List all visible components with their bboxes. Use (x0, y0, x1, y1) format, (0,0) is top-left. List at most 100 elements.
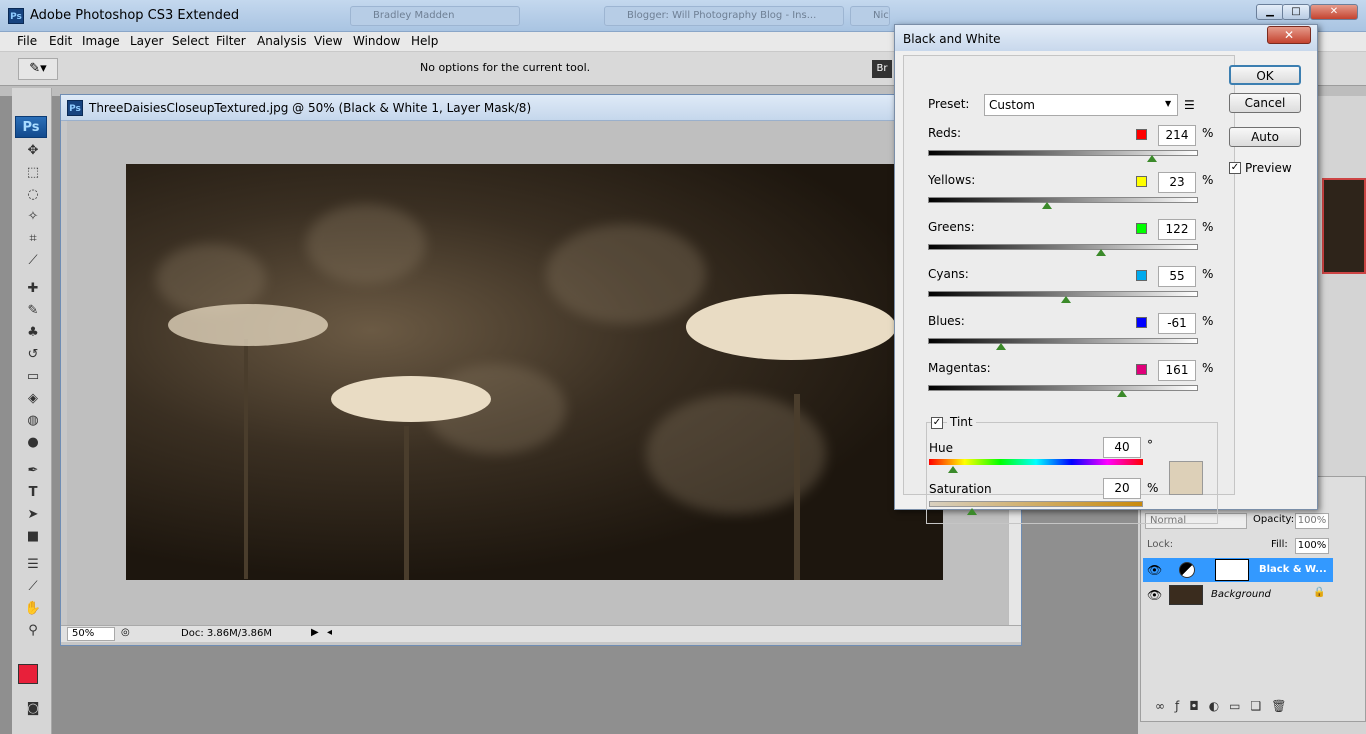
reds-slider-thumb[interactable] (1147, 155, 1157, 162)
toolbox: Ps ✥ ⬚ ◌ ✧ ⌗ ⟋ ✚ ✎ ♣ ↺ ▭ ◈ ◍ ● ✒ T ➤ ■ ☰… (12, 88, 52, 734)
foreground-color-swatch[interactable] (18, 664, 38, 684)
healing-brush-icon[interactable]: ✚ (24, 280, 42, 298)
bridge-icon[interactable]: Br (872, 60, 892, 78)
reds-slider-track[interactable] (928, 150, 1198, 156)
menu-edit[interactable]: Edit (49, 34, 72, 48)
yellows-input[interactable]: 23 (1158, 172, 1196, 193)
magentas-slider-track[interactable] (928, 385, 1198, 391)
hue-slider-thumb[interactable] (948, 466, 958, 473)
pen-icon[interactable]: ✒ (24, 462, 42, 480)
menu-filter[interactable]: Filter (216, 34, 246, 48)
saturation-label: Saturation (929, 482, 992, 496)
reds-input[interactable]: 214 (1158, 125, 1196, 146)
notes-icon[interactable]: ☰ (24, 556, 42, 574)
slice-icon[interactable]: ⟋ (24, 252, 42, 270)
background-window-tab[interactable]: Bradley Madden (350, 6, 520, 26)
zoom-field[interactable]: 50% (67, 627, 115, 641)
tint-color-swatch[interactable] (1169, 461, 1203, 495)
visibility-eye-icon[interactable]: 👁 (1147, 588, 1162, 602)
quick-mask-icon[interactable]: ◙ (24, 700, 42, 718)
layer-row-background[interactable]: 👁 Background 🔒 (1143, 583, 1333, 607)
move-icon[interactable]: ✥ (24, 142, 42, 160)
saturation-input[interactable]: 20 (1103, 478, 1141, 499)
daisies-photo-canvas[interactable] (126, 164, 943, 580)
cyans-slider-thumb[interactable] (1061, 296, 1071, 303)
photoshop-logo[interactable]: Ps (15, 116, 47, 138)
magic-wand-icon[interactable]: ✧ (24, 208, 42, 226)
magentas-slider-thumb[interactable] (1117, 390, 1127, 397)
minimize-button[interactable]: ▁ (1256, 4, 1284, 20)
eraser-icon[interactable]: ▭ (24, 368, 42, 386)
clone-stamp-icon[interactable]: ♣ (24, 324, 42, 342)
layer-row-black-white[interactable]: 👁 Black & W... (1143, 558, 1333, 582)
visibility-eye-icon[interactable]: 👁 (1147, 563, 1162, 577)
hand-icon[interactable]: ✋ (24, 600, 42, 618)
yellows-slider-thumb[interactable] (1042, 202, 1052, 209)
status-menu-arrow-icon[interactable]: ▶ (311, 627, 319, 638)
opacity-field[interactable]: 100% (1295, 513, 1329, 529)
magentas-unit: % (1202, 361, 1214, 375)
greens-slider-thumb[interactable] (1096, 249, 1106, 256)
fill-label: Fill: (1271, 539, 1288, 550)
dialog-close-button[interactable]: ✕ (1267, 26, 1311, 44)
hue-slider-track[interactable] (929, 459, 1143, 465)
greens-color-swatch (1136, 223, 1147, 234)
history-brush-icon[interactable]: ↺ (24, 346, 42, 364)
greens-input[interactable]: 122 (1158, 219, 1196, 240)
navigator-thumbnail[interactable] (1322, 178, 1366, 274)
rectangle-icon[interactable]: ■ (24, 528, 42, 546)
saturation-slider-thumb[interactable] (967, 508, 977, 515)
menu-help[interactable]: Help (411, 34, 438, 48)
menu-layer[interactable]: Layer (130, 34, 163, 48)
type-icon[interactable]: T (24, 484, 42, 502)
preset-options-icon[interactable]: ☰ (1184, 98, 1195, 112)
layers-footer-icons[interactable]: ∞ƒ◘◐▭❑🗑 (1155, 699, 1297, 713)
document-title-bar[interactable]: Ps ThreeDaisiesCloseupTextured.jpg @ 50%… (61, 95, 1021, 121)
tint-checkbox[interactable]: ✓ (931, 417, 943, 429)
brush-icon[interactable]: ✎ (24, 302, 42, 320)
zoom-icon[interactable]: ⚲ (24, 622, 42, 640)
preview-checkbox[interactable]: ✓ (1229, 162, 1241, 174)
background-window-tab[interactable]: Blogger: Will Photography Blog - Ins... (604, 6, 844, 26)
blues-slider-track[interactable] (928, 338, 1198, 344)
lasso-icon[interactable]: ◌ (24, 186, 42, 204)
status-info-icon[interactable]: ◎ (121, 627, 130, 638)
menu-analysis[interactable]: Analysis (257, 34, 306, 48)
preset-select[interactable]: Custom ▼ (984, 94, 1178, 116)
document-ps-icon: Ps (67, 100, 83, 116)
document-window: Ps ThreeDaisiesCloseupTextured.jpg @ 50%… (60, 94, 1022, 646)
tool-preset-eyedropper-icon[interactable]: ✎▾ (18, 58, 58, 80)
cancel-button[interactable]: Cancel (1229, 93, 1301, 113)
canvas-area[interactable] (67, 121, 1008, 625)
path-selection-icon[interactable]: ➤ (24, 506, 42, 524)
ok-button[interactable]: OK (1229, 65, 1301, 85)
dialog-title-bar[interactable]: Black and White ✕ (895, 25, 1317, 51)
cyans-input[interactable]: 55 (1158, 266, 1196, 287)
menu-window[interactable]: Window (353, 34, 400, 48)
crop-icon[interactable]: ⌗ (24, 230, 42, 248)
blur-icon[interactable]: ◍ (24, 412, 42, 430)
hue-input[interactable]: 40 (1103, 437, 1141, 458)
fill-field[interactable]: 100% (1295, 538, 1329, 554)
layer-mask-thumbnail[interactable] (1215, 559, 1249, 581)
greens-slider-track[interactable] (928, 244, 1198, 250)
yellows-slider-track[interactable] (928, 197, 1198, 203)
magentas-input[interactable]: 161 (1158, 360, 1196, 381)
menu-file[interactable]: File (17, 34, 37, 48)
saturation-slider-track[interactable] (929, 501, 1143, 507)
menu-view[interactable]: View (314, 34, 342, 48)
blues-label: Blues: (928, 314, 965, 328)
auto-button[interactable]: Auto (1229, 127, 1301, 147)
scroll-left-icon[interactable]: ◂ (327, 627, 332, 638)
blues-slider-thumb[interactable] (996, 343, 1006, 350)
menu-image[interactable]: Image (82, 34, 120, 48)
marquee-icon[interactable]: ⬚ (24, 164, 42, 182)
menu-select[interactable]: Select (172, 34, 209, 48)
dodge-icon[interactable]: ● (24, 434, 42, 452)
eyedropper-icon[interactable]: ⟋ (24, 578, 42, 596)
blues-input[interactable]: -61 (1158, 313, 1196, 334)
maximize-button[interactable]: □ (1282, 4, 1310, 20)
background-window-tab[interactable]: Nice Flowers Street In The English (850, 6, 890, 26)
close-window-button[interactable]: ✕ (1310, 4, 1358, 20)
paint-bucket-icon[interactable]: ◈ (24, 390, 42, 408)
